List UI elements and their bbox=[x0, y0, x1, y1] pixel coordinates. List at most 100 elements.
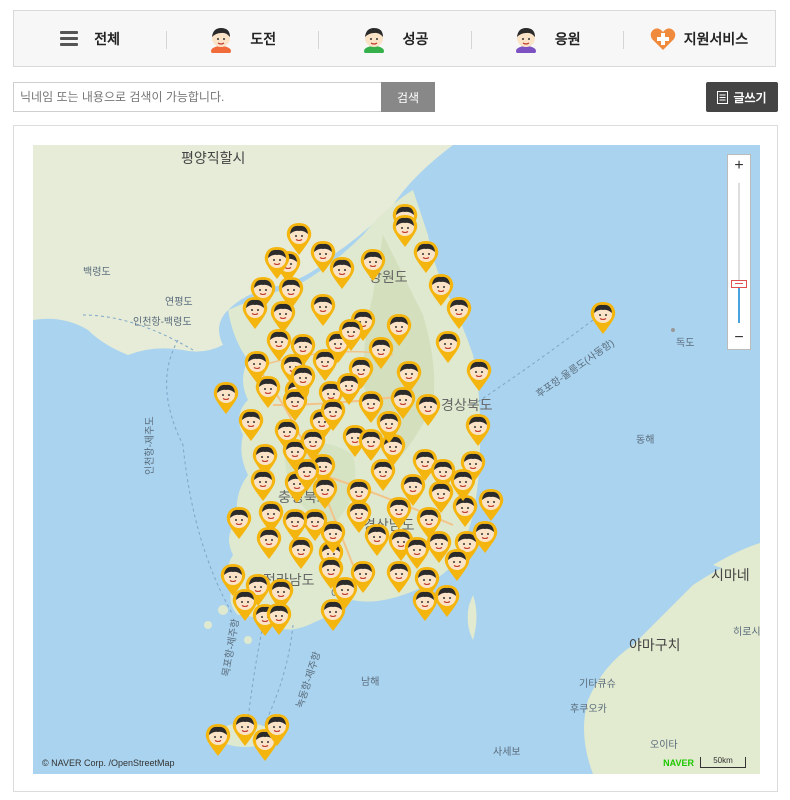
avatar-pin-icon bbox=[238, 409, 264, 441]
avatar-pin-icon bbox=[264, 714, 290, 746]
story-marker[interactable] bbox=[264, 246, 290, 280]
story-marker[interactable] bbox=[256, 526, 282, 560]
tab-challenge-label: 도전 bbox=[250, 30, 277, 47]
story-marker[interactable] bbox=[213, 381, 239, 415]
avatar-pin-icon bbox=[364, 524, 390, 556]
story-marker[interactable] bbox=[282, 508, 308, 542]
avatar-pin-icon bbox=[300, 429, 326, 461]
avatar-pin-icon bbox=[250, 469, 276, 501]
story-marker[interactable] bbox=[465, 413, 491, 447]
story-marker[interactable] bbox=[332, 576, 358, 610]
map-label-east-sea: 동해 bbox=[636, 435, 655, 446]
tab-all-label: 전체 bbox=[94, 30, 120, 47]
avatar-pin-icon bbox=[310, 294, 336, 326]
avatar-orange-icon bbox=[211, 27, 232, 53]
story-marker[interactable] bbox=[238, 408, 264, 442]
tab-cheer[interactable]: 응원 bbox=[470, 11, 623, 66]
avatar-pin-icon bbox=[338, 319, 364, 351]
avatar-pin-icon bbox=[358, 429, 384, 461]
map-label-yamaguchi: 야마구치 bbox=[629, 637, 681, 653]
tab-success[interactable]: 성공 bbox=[318, 11, 470, 66]
story-marker[interactable] bbox=[310, 293, 336, 327]
story-marker[interactable] bbox=[404, 536, 430, 570]
story-marker[interactable] bbox=[590, 301, 616, 335]
zoom-in-button[interactable]: + bbox=[728, 155, 750, 177]
avatar-pin-icon bbox=[205, 724, 231, 756]
avatar-pin-icon bbox=[434, 585, 460, 617]
avatar-pin-icon bbox=[360, 249, 386, 281]
avatar-pin-icon bbox=[290, 365, 316, 397]
story-marker[interactable] bbox=[444, 548, 470, 582]
story-marker[interactable] bbox=[290, 364, 316, 398]
search-input[interactable] bbox=[13, 82, 393, 112]
avatar-pin-icon bbox=[370, 459, 396, 491]
map-label-yeonpyeong: 연평도 bbox=[165, 297, 193, 308]
story-marker[interactable] bbox=[255, 375, 281, 409]
map-label-incheon-route: 인천항-백령도 bbox=[133, 317, 192, 328]
story-marker[interactable] bbox=[446, 296, 472, 330]
avatar-pin-icon bbox=[435, 331, 461, 363]
heart-plus-icon bbox=[650, 27, 675, 50]
map-label-baengnyeong: 백령도 bbox=[83, 267, 111, 278]
story-marker[interactable] bbox=[205, 723, 231, 757]
story-marker[interactable] bbox=[242, 296, 268, 330]
map-label-dokdo: 독도 bbox=[676, 338, 695, 349]
search-button[interactable]: 검색 bbox=[381, 82, 435, 112]
avatar-pin-icon bbox=[446, 297, 472, 329]
naver-logo: NAVER bbox=[663, 758, 694, 768]
story-marker[interactable] bbox=[364, 523, 390, 557]
story-marker[interactable] bbox=[360, 248, 386, 282]
avatar-pin-icon bbox=[392, 215, 418, 247]
avatar-pin-icon bbox=[590, 302, 616, 334]
write-button[interactable]: 글쓰기 bbox=[706, 82, 778, 112]
story-marker[interactable] bbox=[320, 398, 346, 432]
avatar-pin-icon bbox=[466, 359, 492, 391]
avatar-pin-icon bbox=[444, 549, 470, 581]
tab-success-label: 성공 bbox=[402, 30, 429, 47]
story-marker[interactable] bbox=[226, 506, 252, 540]
story-marker[interactable] bbox=[472, 520, 498, 554]
avatar-pin-icon bbox=[368, 337, 394, 369]
category-tabbar: 전체 도전 성공 응원 지원서비스 bbox=[13, 10, 776, 67]
story-marker[interactable] bbox=[478, 488, 504, 522]
story-marker[interactable] bbox=[264, 713, 290, 747]
story-marker[interactable] bbox=[392, 214, 418, 248]
story-marker[interactable] bbox=[466, 358, 492, 392]
tab-challenge[interactable]: 도전 bbox=[166, 11, 318, 66]
zoom-track[interactable] bbox=[738, 183, 740, 323]
story-marker[interactable] bbox=[368, 336, 394, 370]
story-marker[interactable] bbox=[434, 584, 460, 618]
story-marker[interactable] bbox=[450, 468, 476, 502]
map-viewport[interactable]: 평양직할시 강원도 경상북도 경상남도 전라남도 충청북도 김천 여수 백령도 … bbox=[33, 145, 760, 774]
story-marker[interactable] bbox=[415, 393, 441, 427]
avatar-pin-icon bbox=[255, 376, 281, 408]
story-marker[interactable] bbox=[338, 318, 364, 352]
zoom-slider-handle[interactable] bbox=[731, 279, 747, 288]
zoom-out-button[interactable]: − bbox=[728, 327, 750, 349]
map-label-gyeongbuk: 경상북도 bbox=[441, 397, 493, 413]
avatar-pin-icon bbox=[266, 603, 292, 635]
avatar-pin-icon bbox=[242, 297, 268, 329]
story-marker[interactable] bbox=[266, 602, 292, 636]
map-label-sasebo: 사세보 bbox=[493, 747, 521, 758]
story-marker[interactable] bbox=[358, 428, 384, 462]
avatar-pin-icon bbox=[320, 399, 346, 431]
map-frame: 평양직할시 강원도 경상북도 경상남도 전라남도 충청북도 김천 여수 백령도 … bbox=[13, 125, 778, 792]
story-marker[interactable] bbox=[250, 468, 276, 502]
story-marker[interactable] bbox=[370, 458, 396, 492]
story-marker[interactable] bbox=[294, 458, 320, 492]
story-marker[interactable] bbox=[320, 520, 346, 554]
map-copyright: © NAVER Corp. /OpenStreetMap bbox=[42, 758, 175, 768]
tab-support[interactable]: 지원서비스 bbox=[622, 11, 775, 66]
story-marker[interactable] bbox=[435, 330, 461, 364]
document-icon bbox=[717, 90, 729, 104]
avatar-pin-icon bbox=[332, 577, 358, 609]
zoom-track-fill bbox=[738, 283, 740, 323]
avatar-pin-icon bbox=[450, 469, 476, 501]
story-marker[interactable] bbox=[232, 588, 258, 622]
story-marker[interactable] bbox=[300, 428, 326, 462]
tab-all[interactable]: 전체 bbox=[14, 11, 166, 66]
story-marker[interactable] bbox=[310, 240, 336, 274]
map-label-pyongyang: 평양직할시 bbox=[181, 150, 246, 166]
avatar-pin-icon bbox=[478, 489, 504, 521]
